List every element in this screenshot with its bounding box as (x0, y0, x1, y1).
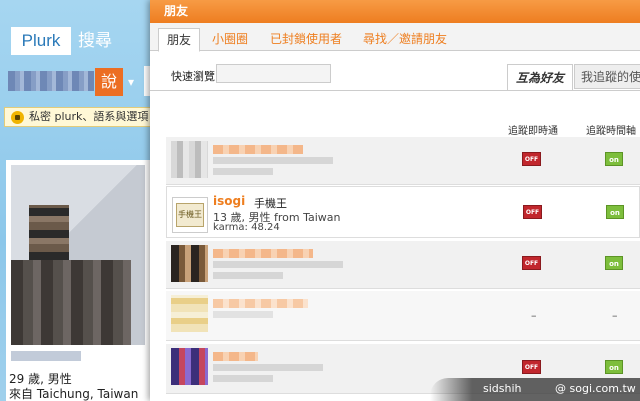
tab-find-invite[interactable]: 尋找／邀請朋友 (355, 28, 455, 52)
list-divider (150, 90, 640, 91)
friend-name-link[interactable]: isogi (213, 194, 245, 208)
search-link[interactable]: 搜尋 (78, 29, 112, 53)
friend-name-blurred (213, 249, 313, 258)
friends-dialog: 朋友 朋友 小圈圈 已封鎖使用者 尋找／邀請朋友 快速瀏覽: 互為好友 我追蹤的… (150, 0, 640, 401)
avatar-blurred (171, 348, 208, 385)
friend-info-blurred (213, 311, 273, 318)
realtime-toggle[interactable]: OFF (522, 256, 541, 270)
plurk-logo[interactable]: Plurk (11, 27, 71, 55)
realtime-not-available: – (531, 309, 537, 322)
tab-blocked-users[interactable]: 已封鎖使用者 (262, 28, 350, 52)
friend-karma-blurred (213, 375, 273, 382)
subtab-mutual-friends[interactable]: 互為好友 (507, 64, 573, 91)
column-header-timeline: 追蹤時間軸 (586, 126, 636, 137)
friend-row[interactable]: – – (166, 291, 640, 341)
profile-location: 來自 Taichung, Taiwan (9, 387, 139, 401)
friend-info-blurred (213, 261, 343, 268)
profile-name-blurred (11, 351, 81, 361)
photo-head-pixelated (29, 205, 69, 260)
realtime-toggle[interactable]: OFF (523, 205, 542, 219)
subtab-following[interactable]: 我追蹤的使 (574, 64, 640, 89)
chevron-down-icon[interactable]: ▾ (128, 75, 134, 89)
avatar-blurred (171, 245, 208, 282)
username-blurred (8, 71, 94, 91)
lock-icon (11, 111, 24, 124)
column-header-realtime: 追蹤即時通 (508, 126, 558, 137)
realtime-toggle[interactable]: OFF (522, 360, 541, 374)
avatar-image: 手機王 (176, 203, 204, 227)
realtime-toggle[interactable]: OFF (522, 152, 541, 166)
timeline-not-available: – (612, 309, 618, 322)
timeline-toggle[interactable]: on (605, 360, 623, 374)
tab-cliques[interactable]: 小圈圈 (204, 28, 256, 52)
friend-row[interactable]: OFF on (166, 241, 640, 289)
timeline-toggle[interactable]: on (606, 205, 624, 219)
friend-karma-blurred (213, 272, 283, 279)
friend-row[interactable]: 手機王 isogi 手機王 13 歲, 男性 from Taiwan karma… (166, 186, 640, 238)
friend-name-blurred (213, 145, 303, 154)
friend-info-blurred (213, 364, 323, 371)
privacy-options-label: 私密 plurk、語系與選項 (29, 110, 149, 123)
dialog-tabs: 朋友 小圈圈 已封鎖使用者 尋找／邀請朋友 (150, 23, 640, 52)
avatar-blurred (171, 141, 208, 178)
photo-body-pixelated (11, 260, 131, 345)
friend-karma-blurred (213, 168, 273, 175)
quick-search-input[interactable] (216, 64, 331, 83)
privacy-options-bar[interactable]: 私密 plurk、語系與選項 (4, 107, 160, 127)
friend-row[interactable]: OFF on (166, 137, 640, 185)
friend-karma: karma: 48.24 (213, 222, 280, 233)
watermark-site: @ sogi.com.tw (555, 382, 636, 395)
tab-friends[interactable]: 朋友 (158, 28, 201, 52)
dialog-title: 朋友 (150, 0, 640, 23)
friend-name-blurred (213, 299, 308, 308)
avatar-blurred (171, 295, 208, 332)
friend-info-blurred (213, 157, 333, 164)
profile-photo (11, 165, 145, 345)
profile-card: 29 歲, 男性 來自 Taichung, Taiwan (6, 160, 150, 401)
timeline-toggle[interactable]: on (605, 152, 623, 166)
plurk-background-page: Plurk 搜尋 說 ▾ 私密 plurk、語系與選項 29 歲, 男性 來自 … (0, 0, 160, 401)
quick-search-label: 快速瀏覽: (171, 70, 219, 83)
watermark-author: sidshih (483, 382, 522, 395)
say-button[interactable]: 說 (95, 68, 123, 96)
avatar[interactable]: 手機王 (172, 197, 208, 233)
timeline-toggle[interactable]: on (605, 256, 623, 270)
friend-name-blurred (213, 352, 258, 361)
